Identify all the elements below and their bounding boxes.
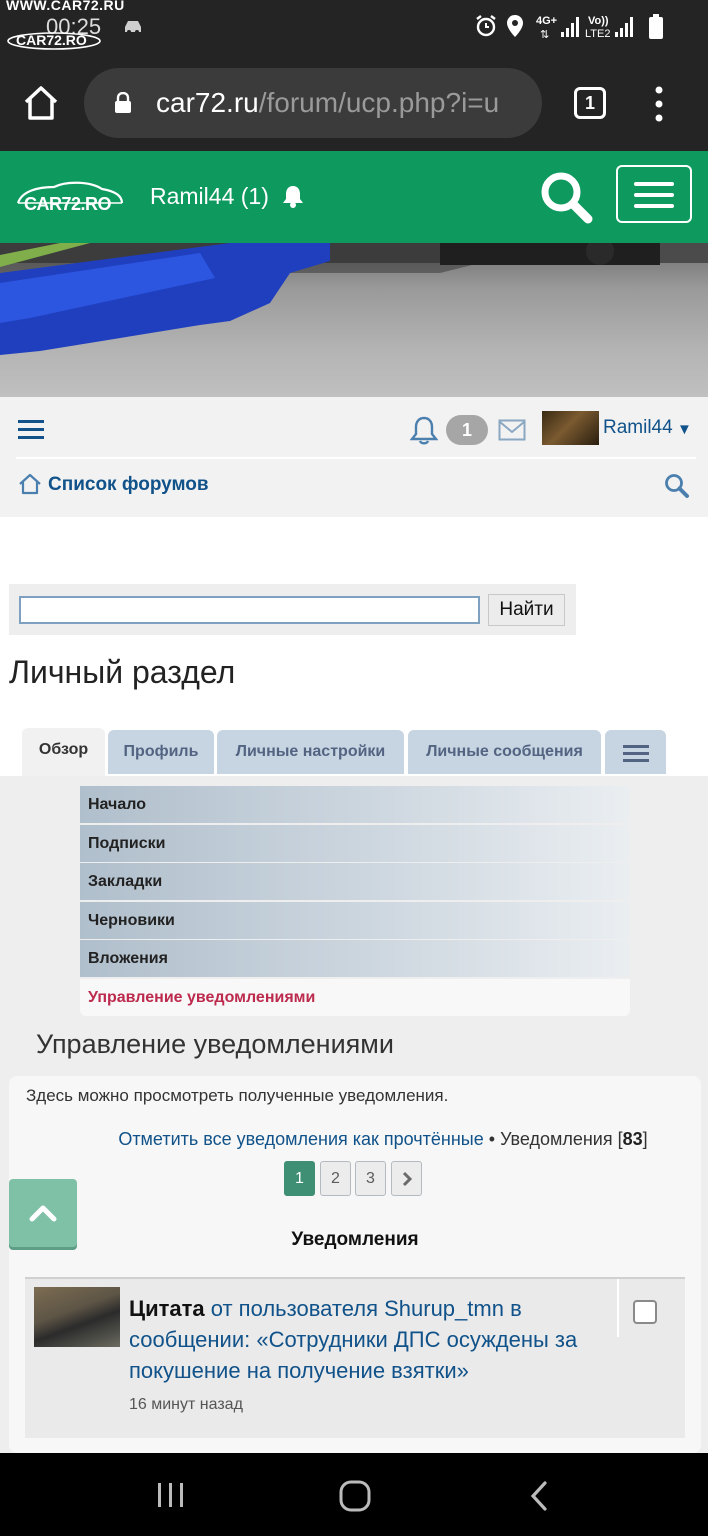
home-icon[interactable]	[22, 84, 60, 122]
notification-time: 16 минут назад	[129, 1396, 243, 1413]
notification-checkbox[interactable]	[633, 1300, 657, 1324]
notifications-count-label: • Уведомления [	[483, 1129, 623, 1149]
signal-icon-2	[615, 17, 633, 37]
bell-icon[interactable]	[282, 184, 304, 208]
search-icon[interactable]	[538, 169, 594, 225]
home-icon	[19, 473, 41, 495]
subnav-item-attachments[interactable]: Вложения	[80, 940, 630, 977]
back-nav-icon[interactable]	[528, 1480, 550, 1512]
url-text: car72.ru/forum/ucp.php?i=u	[156, 87, 499, 119]
subnav-item-front[interactable]: Начало	[80, 786, 630, 823]
pagination-page-1[interactable]: 1	[284, 1161, 315, 1196]
main-menu-button[interactable]	[616, 165, 692, 223]
notification-type: Цитата	[129, 1296, 205, 1321]
lte-label: LTE2	[585, 28, 611, 40]
row-separator	[617, 1279, 619, 1337]
notifications-bell-icon[interactable]	[410, 415, 438, 445]
section-description: Здесь можно просмотреть полученные уведо…	[26, 1086, 449, 1105]
watermark-text: WWW.CAR72.RU	[6, 0, 125, 13]
search-form: Найти	[9, 584, 576, 635]
lock-icon	[115, 92, 131, 113]
volte-label: Vo))	[588, 15, 609, 27]
location-icon	[507, 15, 523, 37]
user-notifications-link[interactable]: Ramil44 (1)	[150, 183, 269, 210]
network-type: 4G+	[536, 15, 558, 27]
tab-switcher-button[interactable]: 1	[574, 87, 606, 119]
tab-overview[interactable]: Обзор	[22, 728, 105, 776]
site-header: CAR72.RO Ramil44 (1)	[0, 151, 708, 243]
pagination-page-3[interactable]: 3	[355, 1161, 386, 1196]
section-title: Управление уведомлениями	[36, 1029, 394, 1059]
notification-count-badge[interactable]: 1	[446, 415, 488, 445]
user-avatar[interactable]	[542, 411, 599, 445]
chevron-down-icon[interactable]: ▼	[677, 421, 692, 438]
more-vert-icon[interactable]	[652, 84, 666, 124]
notification-row[interactable]: Цитата от пользователя Shurup_tmn в сооб…	[25, 1277, 685, 1438]
url-host: car72.ru	[156, 87, 259, 118]
search-icon[interactable]	[664, 473, 690, 499]
system-navigation-bar	[0, 1453, 708, 1536]
subnav-item-bookmarks[interactable]: Закладки	[80, 863, 630, 900]
site-logo-text: CAR72.RO	[24, 194, 112, 214]
data-arrows-icon: ⇅	[540, 29, 550, 41]
search-button[interactable]: Найти	[488, 594, 565, 626]
address-bar[interactable]: car72.ru/forum/ucp.php?i=u	[84, 68, 542, 138]
status-bar: 00:25 WWW.CAR72.RU CAR72.RO 4G+ ⇅ Vo)) L…	[0, 0, 708, 54]
private-messages-icon[interactable]	[498, 419, 526, 441]
mark-all-read-link[interactable]: Отметить все уведомления как прочтённые	[118, 1129, 483, 1149]
page-title: Личный раздел	[9, 654, 236, 690]
pagination-next-button[interactable]	[391, 1161, 422, 1196]
browser-toolbar: car72.ru/forum/ucp.php?i=u 1	[0, 54, 708, 151]
battery-icon	[649, 14, 663, 39]
signal-icon	[561, 17, 579, 37]
back-to-top-button[interactable]	[9, 1179, 77, 1247]
alarm-icon	[476, 15, 496, 37]
subnav-item-drafts[interactable]: Черновики	[80, 902, 630, 939]
watermark-logo-text: CAR72.RO	[16, 32, 87, 48]
search-input[interactable]	[19, 596, 480, 624]
navbar-divider	[16, 457, 696, 459]
username-link[interactable]: Ramil44	[603, 417, 673, 439]
notifications-content: Здесь можно просмотреть полученные уведо…	[9, 1076, 701, 1453]
home-nav-icon[interactable]	[338, 1479, 372, 1513]
pagination-page-2[interactable]: 2	[320, 1161, 351, 1196]
chevron-right-icon	[402, 1171, 412, 1187]
tab-private-messages[interactable]: Личные сообщения	[408, 730, 601, 774]
header-banner-image	[0, 243, 708, 397]
notification-avatar	[34, 1287, 120, 1347]
notification-actions: Отметить все уведомления как прочтённые …	[9, 1129, 701, 1150]
tab-profile[interactable]: Профиль	[108, 730, 214, 774]
notifications-count: 83	[622, 1129, 643, 1149]
tab-preferences[interactable]: Личные настройки	[217, 730, 404, 774]
car-icon	[125, 21, 141, 34]
tab-more-menu-icon[interactable]	[605, 730, 666, 774]
chevron-up-icon	[29, 1205, 57, 1222]
forum-navbar: 1 Ramil44 ▼ Список форумов	[0, 397, 708, 517]
count-bracket: ]	[642, 1129, 648, 1149]
breadcrumb-forum-list[interactable]: Список форумов	[48, 474, 209, 496]
ucp-panel: Начало Подписки Закладки Черновики Вложе…	[0, 776, 708, 1453]
notifications-list-header: Уведомления	[291, 1229, 419, 1250]
subnav-item-notifications[interactable]: Управление уведомлениями	[80, 979, 630, 1016]
url-path: /forum/ucp.php?i=u	[258, 87, 500, 118]
subnav-item-subscriptions[interactable]: Подписки	[80, 825, 630, 862]
recent-apps-icon[interactable]	[156, 1482, 186, 1508]
quick-links-menu-icon[interactable]	[18, 420, 44, 440]
notification-text[interactable]: Цитата от пользователя Shurup_tmn в сооб…	[129, 1293, 617, 1386]
